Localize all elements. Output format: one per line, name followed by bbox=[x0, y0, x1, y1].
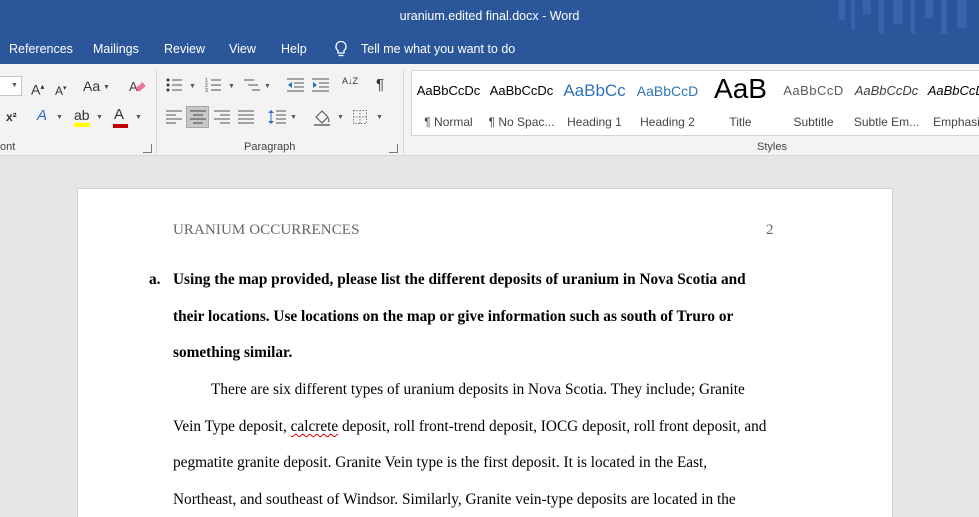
ribbon-tab-bar: References Mailings Review View Help Tel… bbox=[0, 34, 979, 64]
tell-me-search[interactable]: Tell me what you want to do bbox=[361, 42, 515, 56]
text-effects-icon[interactable]: A bbox=[37, 108, 47, 124]
style-sample: AaB bbox=[714, 73, 767, 104]
list-marker: a. bbox=[149, 271, 161, 288]
highlight-icon[interactable]: ab bbox=[74, 107, 90, 127]
style-sample: AaBbCcDc bbox=[927, 83, 979, 98]
chevron-down-icon: ▼ bbox=[56, 114, 63, 121]
align-center-icon bbox=[190, 110, 206, 124]
question-line: something similar. bbox=[173, 344, 293, 361]
decrease-indent-icon[interactable] bbox=[287, 77, 304, 93]
title-bar: uranium.edited final.docx - Word bbox=[0, 0, 979, 34]
style-name: Emphasis bbox=[933, 115, 979, 129]
line-spacing-icon[interactable] bbox=[268, 109, 286, 125]
shrink-font-icon[interactable]: A▾ bbox=[55, 81, 67, 99]
superscript-icon[interactable]: x² bbox=[6, 109, 17, 125]
page-number: 2 bbox=[766, 222, 774, 238]
chevron-down-icon: ▼ bbox=[290, 114, 297, 121]
style-name: Subtle Em... bbox=[853, 115, 920, 129]
style-emphasis[interactable]: AaBbCcDc Emphasis bbox=[923, 71, 979, 135]
change-case-icon[interactable]: Aa bbox=[83, 78, 100, 94]
show-formatting-marks-icon[interactable]: ¶ bbox=[376, 77, 384, 93]
style-sample: AaBbCcDc bbox=[489, 83, 554, 98]
font-group-label: ont bbox=[0, 141, 16, 153]
style-name: Heading 1 bbox=[567, 115, 622, 129]
paragraph-dialog-launcher-icon[interactable] bbox=[389, 144, 398, 153]
style-title[interactable]: AaB Title bbox=[704, 71, 777, 135]
style-heading-1[interactable]: AaBbCc Heading 1 bbox=[558, 71, 631, 135]
grow-font-icon[interactable]: A▴ bbox=[31, 79, 44, 98]
style-sample: AaBbCcDc bbox=[416, 83, 481, 98]
chevron-down-icon: ▼ bbox=[228, 83, 235, 90]
running-head: URANIUM OCCURRENCES bbox=[173, 222, 360, 238]
paragraph-line: Vein Type deposit, calcrete deposit, rol… bbox=[173, 418, 767, 435]
style-sample: AaBbCcD bbox=[636, 83, 699, 99]
styles-group-label: Styles bbox=[757, 141, 787, 153]
chevron-down-icon: ▼ bbox=[135, 114, 142, 121]
increase-indent-icon[interactable] bbox=[312, 77, 329, 93]
paragraph-line: pegmatite granite deposit. Granite Vein … bbox=[173, 454, 708, 471]
group-divider bbox=[403, 70, 404, 154]
sort-icon[interactable]: A↓Z bbox=[342, 77, 358, 86]
tab-view[interactable]: View bbox=[229, 42, 256, 56]
title-bar-decoration bbox=[829, 0, 979, 34]
chevron-down-icon: ▼ bbox=[11, 82, 18, 89]
question-line: their locations. Use locations on the ma… bbox=[173, 308, 734, 325]
align-left-icon[interactable] bbox=[166, 110, 182, 124]
style-normal[interactable]: AaBbCcDc ¶ Normal bbox=[412, 71, 485, 135]
style-subtitle[interactable]: AaBbCcD Subtitle bbox=[777, 71, 850, 135]
styles-gallery: AaBbCcDc ¶ Normal AaBbCcDc ¶ No Spac... … bbox=[411, 70, 979, 136]
document-page[interactable]: URANIUM OCCURRENCES 2 a. Using the map p… bbox=[78, 189, 892, 517]
justify-icon[interactable] bbox=[238, 110, 254, 124]
group-divider bbox=[156, 70, 157, 154]
svg-text:A: A bbox=[129, 79, 138, 94]
shading-icon[interactable] bbox=[313, 108, 331, 126]
style-name: Title bbox=[729, 115, 752, 129]
paragraph-group-label: Paragraph bbox=[244, 141, 296, 153]
svg-text:3: 3 bbox=[205, 88, 208, 93]
font-dialog-launcher-icon[interactable] bbox=[143, 144, 152, 153]
paragraph-line: Northeast, and southeast of Windsor. Sim… bbox=[173, 491, 736, 508]
paragraph-line: There are six different types of uranium… bbox=[211, 381, 745, 398]
multilevel-list-icon[interactable] bbox=[244, 77, 260, 93]
tab-mailings[interactable]: Mailings bbox=[93, 42, 139, 56]
chevron-down-icon: ▼ bbox=[103, 84, 110, 91]
style-heading-2[interactable]: AaBbCcD Heading 2 bbox=[631, 71, 704, 135]
tab-help[interactable]: Help bbox=[281, 42, 307, 56]
style-name: ¶ Normal bbox=[424, 115, 473, 129]
chevron-down-icon: ▼ bbox=[96, 114, 103, 121]
tab-references[interactable]: References bbox=[9, 42, 73, 56]
align-right-icon[interactable] bbox=[214, 110, 230, 124]
clear-formatting-icon[interactable]: A bbox=[128, 77, 146, 95]
style-no-spacing[interactable]: AaBbCcDc ¶ No Spac... bbox=[485, 71, 558, 135]
misspelled-word[interactable]: calcrete bbox=[291, 418, 339, 435]
bullets-icon[interactable] bbox=[166, 77, 182, 93]
lightbulb-icon bbox=[335, 40, 347, 57]
style-sample: AaBbCcDc bbox=[854, 83, 919, 98]
question-line: Using the map provided, please list the … bbox=[173, 271, 746, 288]
chevron-down-icon: ▼ bbox=[189, 83, 196, 90]
style-name: Heading 2 bbox=[640, 115, 695, 129]
align-center-button[interactable] bbox=[186, 106, 209, 128]
borders-icon[interactable] bbox=[353, 110, 367, 124]
font-size-dropdown[interactable]: ▼ bbox=[0, 76, 22, 96]
numbering-icon[interactable]: 123 bbox=[205, 77, 221, 93]
style-name: Subtitle bbox=[793, 115, 834, 129]
tab-review[interactable]: Review bbox=[164, 42, 205, 56]
style-name: ¶ No Spac... bbox=[488, 115, 555, 129]
style-sample: AaBbCcD bbox=[783, 83, 844, 98]
style-sample: AaBbCc bbox=[563, 81, 626, 100]
chevron-down-icon: ▼ bbox=[376, 114, 383, 121]
chevron-down-icon: ▼ bbox=[337, 114, 344, 121]
font-color-icon[interactable]: A bbox=[113, 107, 128, 128]
style-subtle-emphasis[interactable]: AaBbCcDc Subtle Em... bbox=[850, 71, 923, 135]
ribbon: ▼ A▴ A▾ Aa ▼ A x² A ▼ ab ▼ A ▼ ont ▼ 123… bbox=[0, 64, 979, 156]
chevron-down-icon: ▼ bbox=[264, 83, 271, 90]
